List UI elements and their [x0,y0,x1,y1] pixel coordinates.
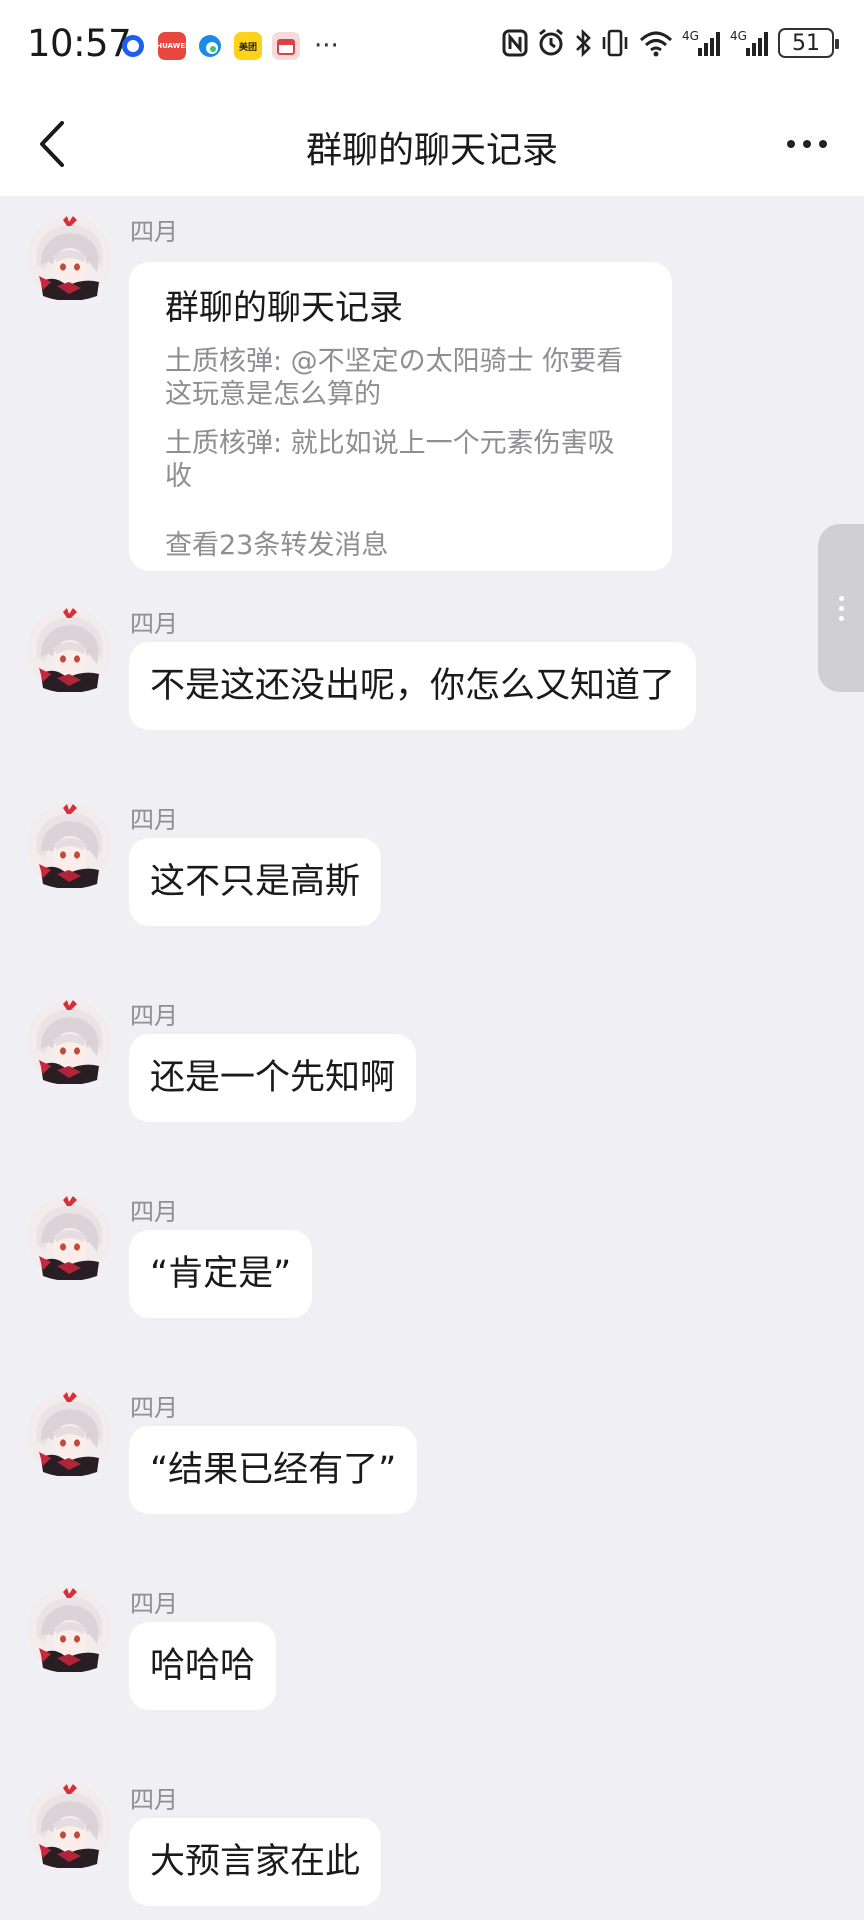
battery-level: 51 [792,30,820,56]
system-icons: 4G 4G 51 [502,28,839,58]
side-drawer-handle[interactable] [818,524,864,692]
avatar[interactable] [27,1196,111,1280]
svg-text:4G: 4G [730,29,747,43]
nfc-icon [502,29,528,57]
more-options-button[interactable] [772,114,842,174]
sender-name: 四月 [130,218,178,246]
calendar-icon [272,32,300,60]
more-notifications-icon: ··· [314,31,339,61]
sender-name: 四月 [130,1394,178,1422]
message-bubble[interactable]: 还是一个先知啊 [129,1034,417,1122]
huawei-app-icon: HUAWEI [156,32,188,60]
message-bubble[interactable]: 这不只是高斯 [129,838,382,926]
sender-name: 四月 [130,1002,178,1030]
avatar[interactable] [27,1000,111,1084]
message-bubble[interactable]: “肯定是” [129,1230,313,1318]
nav-bar: 群聊的聊天记录 [0,92,864,196]
avatar[interactable] [27,1392,111,1476]
handle-dot-icon [838,615,844,621]
sender-name: 四月 [130,806,178,834]
avatar[interactable] [27,216,111,300]
message-bubble[interactable]: 不是这还没出呢，你怎么又知道了 [129,642,697,730]
message-bubble[interactable]: 哈哈哈 [129,1622,277,1710]
sender-name: 四月 [130,1198,178,1226]
more-dot-icon [819,140,827,148]
forwarded-card-footer: 查看23条转发消息 [165,530,389,561]
bluetooth-icon [576,28,591,58]
chat-area[interactable]: 四月 群聊的聊天记录 土质核弹: @不坚定の太阳骑士 你要看这玩意是怎么算的 土… [0,196,864,1920]
edge-icon [196,32,224,60]
forwarded-chat-card[interactable]: 群聊的聊天记录 土质核弹: @不坚定の太阳骑士 你要看这玩意是怎么算的 土质核弹… [129,262,672,571]
handle-dot-icon [838,595,844,601]
avatar[interactable] [27,608,111,692]
page-title: 群聊的聊天记录 [305,130,558,171]
qq-browser-icon [122,35,144,57]
alarm-icon [539,28,563,56]
status-time: 10:57 [27,22,132,65]
message-bubble[interactable]: “结果已经有了” [129,1426,418,1514]
handle-dot-icon [838,605,844,611]
sender-name: 四月 [130,1786,178,1814]
battery-icon: 51 [778,28,839,58]
avatar[interactable] [27,1784,111,1868]
more-dot-icon [787,140,795,148]
signal-4g-icon-2: 4G [730,29,768,56]
signal-4g-icon: 4G [682,29,720,56]
sender-name: 四月 [130,1590,178,1618]
forwarded-preview-line: 土质核弹: 就比如说上一个元素伤害吸收 [165,428,615,492]
vibrate-icon [602,29,628,57]
svg-text:4G: 4G [682,29,699,43]
more-dot-icon [803,140,811,148]
avatar[interactable] [27,1588,111,1672]
wifi-icon [639,31,673,57]
avatar[interactable] [27,804,111,888]
sender-name: 四月 [130,610,178,638]
notification-icons: HUAWEI 美团 ··· [122,32,339,60]
forwarded-preview-line: 土质核弹: @不坚定の太阳骑士 你要看这玩意是怎么算的 [165,346,624,410]
meituan-icon: 美团 [234,32,262,60]
message-bubble[interactable]: 大预言家在此 [129,1818,382,1906]
forwarded-card-title: 群聊的聊天记录 [165,288,403,328]
status-bar: 10:57 HUAWEI 美团 ··· 4G 4G 51 [0,0,864,92]
